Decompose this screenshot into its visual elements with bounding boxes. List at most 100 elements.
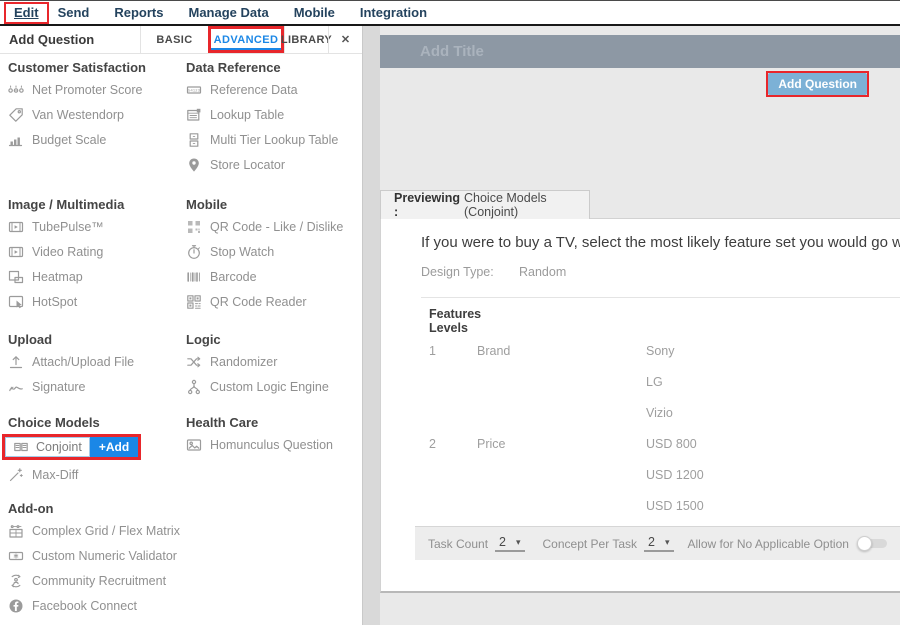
sidebar-item-homunculus-question[interactable]: Homunculus Question — [186, 432, 362, 457]
tab-basic[interactable]: BASIC — [140, 26, 208, 53]
level-value: LG — [646, 366, 900, 397]
sidebar-item-custom-logic-engine[interactable]: Custom Logic Engine — [186, 374, 362, 399]
section-choice-models: Choice ModelsConjoint+AddMax-Diff — [8, 414, 186, 487]
sidebar-item-tubepulse[interactable]: TubePulse™ — [8, 214, 186, 239]
item-label: Randomizer — [210, 355, 277, 369]
close-icon: ✕ — [341, 33, 350, 46]
sidebar-item-heatmap[interactable]: Heatmap — [8, 264, 186, 289]
caret-down-icon: ▾ — [516, 537, 521, 548]
film-icon — [8, 244, 24, 260]
qr-code-icon — [186, 219, 202, 235]
conjoint-preview-card: If you were to buy a TV, select the most… — [380, 218, 900, 593]
sidebar-item-reference-data[interactable]: 54123Reference Data — [186, 77, 362, 102]
add-question-panel: Add Question BASICADVANCEDLIBRARY ✕ Cust… — [0, 26, 363, 625]
logic-engine-icon — [186, 379, 202, 395]
section-data-reference: Data Reference54123Reference DataLookup … — [186, 59, 362, 177]
sidebar-item-signature[interactable]: Signature — [8, 374, 186, 399]
section-title: Logic — [186, 331, 362, 349]
sidebar-item-stop-watch[interactable]: Stop Watch — [186, 239, 362, 264]
concept-per-task-select[interactable]: 2 ▾ — [644, 535, 673, 552]
level-value: USD 1200 — [646, 459, 900, 490]
item-label: Complex Grid / Flex Matrix — [32, 524, 180, 538]
sidebar-item-conjoint[interactable]: Conjoint — [5, 437, 90, 457]
section-health-care: Health Care Homunculus Question — [186, 414, 362, 457]
question-type-column-2: Data Reference54123Reference DataLookup … — [186, 59, 362, 618]
toggle-knob — [857, 536, 872, 551]
hotspot-icon — [8, 294, 24, 310]
menu-item-integration[interactable]: Integration — [360, 5, 427, 20]
section-title: Data Reference — [186, 59, 362, 77]
section-title: Add-on — [8, 500, 186, 518]
feature-name: Price — [477, 428, 646, 459]
panel-title: Add Question — [0, 32, 140, 47]
feature-number: 2 — [429, 428, 477, 459]
task-count-value: 2 — [499, 535, 506, 549]
add-title-bar[interactable]: Add Title — [380, 35, 900, 68]
design-type-row: Design Type: Random — [421, 263, 900, 281]
item-label: Conjoint — [36, 440, 82, 454]
menu-item-reports[interactable]: Reports — [114, 5, 163, 20]
tab-library[interactable]: LIBRARY — [284, 26, 328, 53]
panel-header: Add Question BASICADVANCEDLIBRARY ✕ — [0, 26, 362, 54]
store-locator-icon — [186, 157, 202, 173]
upload-icon — [8, 354, 24, 370]
features-header: Features — [429, 307, 646, 321]
sidebar-item-hotspot[interactable]: HotSpot — [8, 289, 186, 314]
features-levels-table: Features Levels 1BrandSonyLGVizio2PriceU… — [429, 307, 900, 521]
item-label: Net Promoter Score — [32, 83, 142, 97]
level-value: Vizio — [646, 397, 900, 428]
sidebar-item-multi-tier-lookup-table[interactable]: Multi Tier Lookup Table — [186, 127, 362, 152]
sidebar-item-randomizer[interactable]: Randomizer — [186, 349, 362, 374]
section-title: Health Care — [186, 414, 362, 432]
menu-item-mobile[interactable]: Mobile — [294, 5, 335, 20]
sidebar-item-video-rating[interactable]: Video Rating — [8, 239, 186, 264]
section-customer-satisfaction: Customer SatisfactionNet Promoter ScoreV… — [8, 59, 186, 152]
design-type-label: Design Type: — [421, 265, 519, 279]
reference-data-icon: 54123 — [186, 82, 202, 98]
heatmap-icon — [8, 269, 24, 285]
feature-number: 1 — [429, 335, 477, 366]
sidebar-item-attach-upload-file[interactable]: Attach/Upload File — [8, 349, 186, 374]
tab-advanced[interactable]: ADVANCED — [208, 26, 284, 53]
nps-icon — [8, 82, 24, 98]
section-add-on: Add-on Complex Grid / Flex Matrix Custom N… — [8, 500, 186, 618]
sidebar-item-facebook-connect[interactable]: Facebook Connect — [8, 593, 186, 618]
item-label: Budget Scale — [32, 133, 106, 147]
menu-item-edit[interactable]: Edit — [4, 2, 49, 24]
sidebar-item-net-promoter-score[interactable]: Net Promoter Score — [8, 77, 186, 102]
add-question-button[interactable]: Add Question — [768, 73, 867, 95]
barcode-icon — [186, 269, 202, 285]
sidebar-item-lookup-table[interactable]: Lookup Table — [186, 102, 362, 127]
close-panel-button[interactable]: ✕ — [328, 26, 362, 53]
item-label: Homunculus Question — [210, 438, 333, 452]
add-conjoint-button[interactable]: +Add — [90, 437, 138, 457]
sidebar-item-custom-numeric-validator[interactable]: Custom Numeric Validator — [8, 543, 186, 568]
item-label: Signature — [32, 380, 86, 394]
sidebar-item-complex-grid-flex-matrix[interactable]: Complex Grid / Flex Matrix — [8, 518, 186, 543]
menu-item-manage-data[interactable]: Manage Data — [188, 5, 268, 20]
add-title-placeholder: Add Title — [380, 43, 484, 60]
sidebar-item-barcode[interactable]: Barcode — [186, 264, 362, 289]
levels-header: Levels — [429, 321, 477, 335]
panel-gutter — [363, 26, 380, 625]
question-text: If you were to buy a TV, select the most… — [421, 232, 900, 254]
sidebar-item-qr-code-reader[interactable]: QR Code Reader — [186, 289, 362, 314]
item-label: Stop Watch — [210, 245, 274, 259]
add-question-annotation: Add Question — [766, 71, 869, 97]
survey-builder-page: Edit Send Reports Manage Data Mobile Integrat… — [0, 0, 900, 625]
item-label: Heatmap — [32, 270, 83, 284]
sidebar-item-community-recruitment[interactable]: Community Recruitment — [8, 568, 186, 593]
signature-icon — [8, 379, 24, 395]
item-label: Max-Diff — [32, 468, 78, 482]
menu-item-send[interactable]: Send — [58, 5, 90, 20]
bar-chart-icon — [8, 132, 24, 148]
sidebar-item-van-westendorp[interactable]: Van Westendorp — [8, 102, 186, 127]
sidebar-item-store-locator[interactable]: Store Locator — [186, 152, 362, 177]
no-applicable-option-label: Allow for No Applicable Option — [688, 537, 849, 551]
sidebar-item-budget-scale[interactable]: Budget Scale — [8, 127, 186, 152]
complex-grid-icon — [8, 523, 24, 539]
sidebar-item-max-diff[interactable]: Max-Diff — [8, 462, 186, 487]
no-applicable-option-toggle[interactable] — [857, 536, 887, 552]
sidebar-item-qr-code-like-dislike[interactable]: QR Code - Like / Dislike — [186, 214, 362, 239]
task-count-select[interactable]: 2 ▾ — [495, 535, 524, 552]
